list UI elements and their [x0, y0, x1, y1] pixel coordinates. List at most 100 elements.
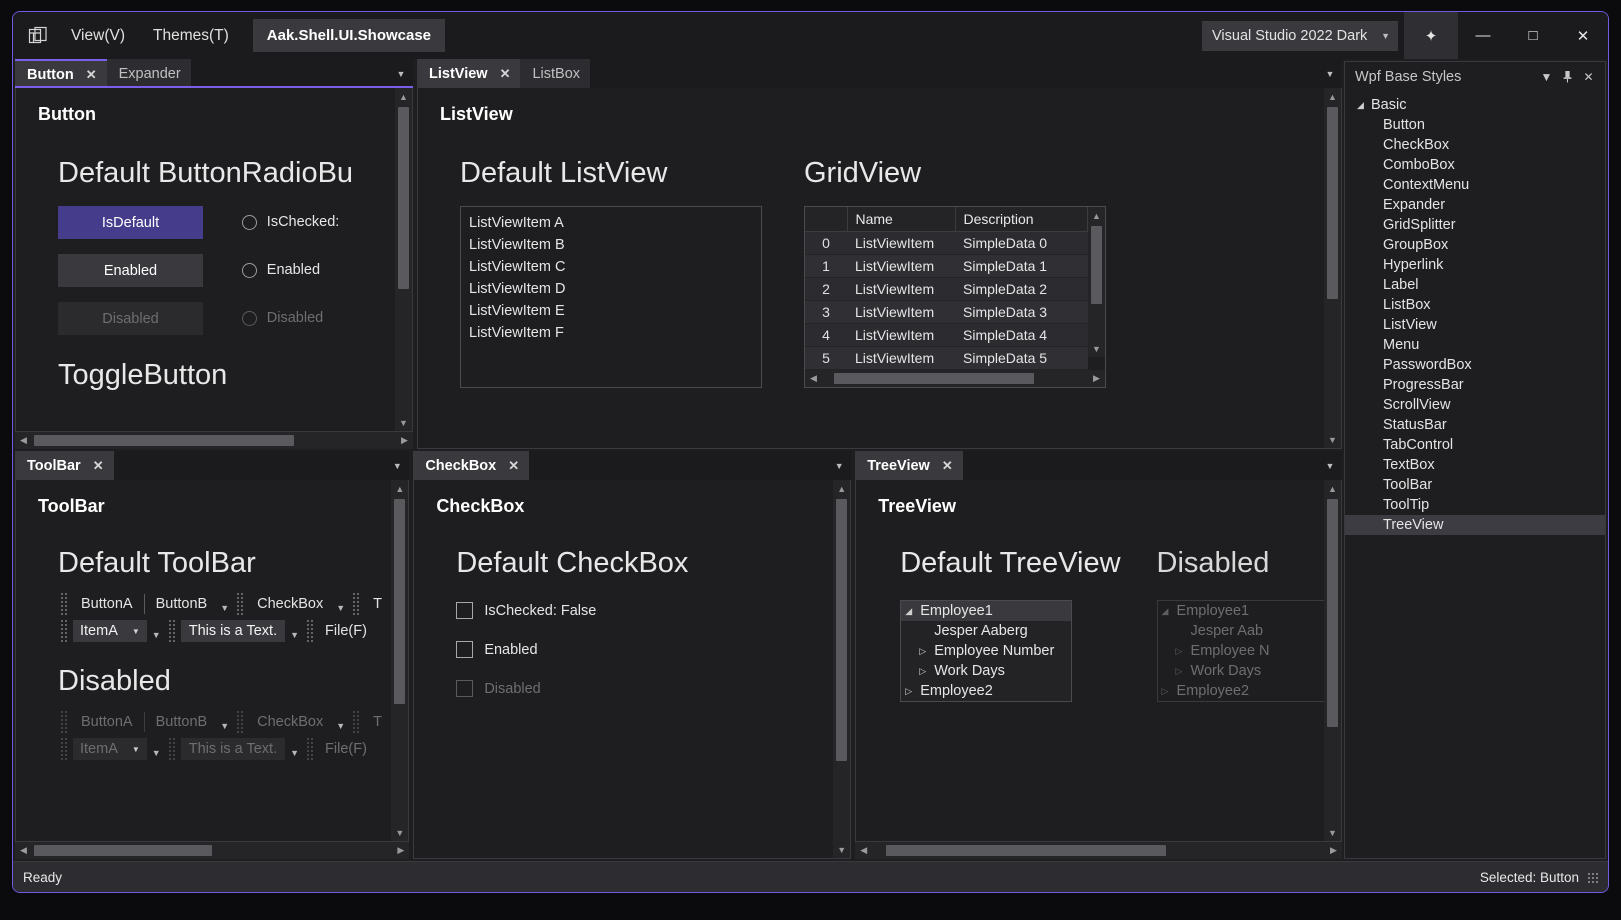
vscroll-thumb[interactable]: [836, 499, 847, 761]
column-header-index[interactable]: [805, 207, 847, 232]
tab-button[interactable]: Button ✕: [15, 59, 107, 88]
tab-overflow-chevron-down-icon[interactable]: ▼: [385, 451, 409, 480]
resize-grip-icon[interactable]: [1587, 872, 1598, 883]
close-icon[interactable]: ✕: [93, 458, 104, 474]
tree-item-expander[interactable]: Expander: [1345, 195, 1605, 215]
tab-overflow-chevron-down-icon[interactable]: ▼: [827, 451, 851, 480]
list-item[interactable]: ListViewItem A: [461, 212, 761, 234]
close-button[interactable]: ✕: [1558, 12, 1608, 59]
toolbar-button-b[interactable]: ButtonB: [148, 593, 216, 615]
scroll-left-icon[interactable]: ◀: [15, 842, 32, 859]
table-row[interactable]: 0 ListViewItem SimpleData 0: [805, 232, 1088, 255]
column-header-name[interactable]: Name: [847, 207, 955, 232]
toolbar-grip-icon[interactable]: [168, 619, 175, 643]
table-row[interactable]: 1 ListViewItem SimpleData 1: [805, 255, 1088, 278]
hscroll-track[interactable]: [822, 370, 1088, 387]
toolbar-overflow-chevron-down-icon[interactable]: ▼: [331, 603, 350, 613]
tree-item-tabcontrol[interactable]: TabControl: [1345, 435, 1605, 455]
vscroll-thumb[interactable]: [394, 499, 405, 704]
tab-toolbar[interactable]: ToolBar ✕: [15, 451, 114, 480]
radio-enabled[interactable]: Enabled: [242, 262, 395, 278]
tree-item-contextmenu[interactable]: ContextMenu: [1345, 175, 1605, 195]
tree-item-listview[interactable]: ListView: [1345, 315, 1605, 335]
list-item[interactable]: ListViewItem D: [461, 278, 761, 300]
vscroll-thumb[interactable]: [1327, 499, 1338, 727]
table-row[interactable]: 2 ListViewItem SimpleData 2: [805, 278, 1088, 301]
table-row[interactable]: 5 ListViewItem SimpleData 5: [805, 347, 1088, 370]
checkbox-enabled[interactable]: Enabled: [456, 641, 833, 658]
tree-item-passwordbox[interactable]: PasswordBox: [1345, 355, 1605, 375]
list-item[interactable]: ListViewItem B: [461, 234, 761, 256]
scroll-down-icon[interactable]: ▼: [395, 414, 412, 431]
treeview-pane-horizontal-scrollbar[interactable]: ◀ ▶: [855, 842, 1342, 859]
tree-node-jesper-aaberg[interactable]: Jesper Aaberg: [901, 621, 1071, 641]
menu-themes[interactable]: Themes(T): [141, 22, 241, 50]
table-row[interactable]: 4 ListViewItem SimpleData 4: [805, 324, 1088, 347]
vscroll-thumb[interactable]: [398, 107, 409, 289]
hscroll-thumb[interactable]: [886, 845, 1166, 856]
toolbar-overflow-chevron-down-icon[interactable]: ▼: [147, 630, 166, 640]
scroll-right-icon[interactable]: ▶: [1325, 842, 1342, 859]
scroll-down-icon[interactable]: ▼: [833, 841, 850, 858]
scroll-down-icon[interactable]: ▼: [1324, 824, 1341, 841]
toolwindow-tree[interactable]: ◢ Basic Button CheckBox ComboBox Context…: [1345, 91, 1605, 858]
toolbar-grip-icon[interactable]: [60, 619, 67, 643]
hscroll-track[interactable]: [872, 842, 1325, 859]
toolbar-grip-icon[interactable]: [306, 619, 313, 643]
vscroll-track[interactable]: [395, 105, 412, 414]
toolbar-combobox[interactable]: ItemA ▼: [73, 620, 147, 642]
tree-node-employee1[interactable]: ◢ Employee1: [901, 601, 1071, 621]
tab-listbox[interactable]: ListBox: [520, 59, 590, 88]
scroll-up-icon[interactable]: ▲: [395, 88, 412, 105]
scroll-down-icon[interactable]: ▼: [1324, 431, 1341, 448]
theme-selector[interactable]: Visual Studio 2022 Dark ▼: [1202, 21, 1398, 51]
toolbar-overflow-chevron-down-icon[interactable]: ▼: [285, 630, 304, 640]
column-header-description[interactable]: Description: [955, 207, 1088, 232]
close-icon[interactable]: ✕: [86, 67, 97, 83]
list-item[interactable]: ListViewItem E: [461, 300, 761, 322]
expander-expand-icon[interactable]: ▷: [919, 666, 934, 677]
tree-item-statusbar[interactable]: StatusBar: [1345, 415, 1605, 435]
chevron-down-icon[interactable]: ▼: [1536, 66, 1557, 87]
maximize-button[interactable]: □: [1508, 12, 1558, 59]
vscroll-thumb[interactable]: [1327, 107, 1338, 299]
scroll-left-icon[interactable]: ◀: [855, 842, 872, 859]
scroll-up-icon[interactable]: ▲: [391, 480, 408, 497]
tree-item-checkbox[interactable]: CheckBox: [1345, 135, 1605, 155]
tree-item-listbox[interactable]: ListBox: [1345, 295, 1605, 315]
list-item[interactable]: ListViewItem F: [461, 322, 761, 344]
close-icon[interactable]: ✕: [508, 458, 519, 474]
toolbar-overflow-chevron-down-icon[interactable]: ▼: [215, 603, 234, 613]
vscroll-track[interactable]: [1088, 224, 1105, 340]
hscroll-thumb[interactable]: [34, 845, 212, 856]
button-pane-vertical-scrollbar[interactable]: ▲ ▼: [395, 88, 412, 431]
close-icon[interactable]: ✕: [1578, 66, 1599, 87]
scroll-up-icon[interactable]: ▲: [1324, 88, 1341, 105]
tab-treeview[interactable]: TreeView ✕: [855, 451, 963, 480]
tree-item-hyperlink[interactable]: Hyperlink: [1345, 255, 1605, 275]
hscroll-thumb[interactable]: [34, 435, 294, 446]
hscroll-track[interactable]: [32, 842, 392, 859]
minimize-button[interactable]: —: [1458, 12, 1508, 59]
scroll-left-icon[interactable]: ◀: [805, 370, 822, 387]
gridview-vertical-scrollbar[interactable]: ▲ ▼: [1088, 207, 1105, 357]
default-treeview[interactable]: ◢ Employee1 Jesper Aaberg ▷: [900, 600, 1072, 702]
toolbar-grip-icon[interactable]: [236, 592, 243, 616]
toolbar-button-a[interactable]: ButtonA: [73, 593, 141, 615]
tree-item-groupbox[interactable]: GroupBox: [1345, 235, 1605, 255]
table-row[interactable]: 3 ListViewItem SimpleData 3: [805, 301, 1088, 324]
tree-item-button[interactable]: Button: [1345, 115, 1605, 135]
expander-expand-icon[interactable]: ▷: [905, 686, 920, 697]
menu-view[interactable]: View(V): [59, 22, 137, 50]
default-listview[interactable]: ListViewItem A ListViewItem B ListViewIt…: [460, 206, 762, 388]
tree-node-employee-number[interactable]: ▷ Employee Number: [901, 641, 1071, 661]
vscroll-thumb[interactable]: [1091, 226, 1102, 304]
checkbox-pane-vertical-scrollbar[interactable]: ▲ ▼: [833, 480, 850, 858]
tree-item-gridsplitter[interactable]: GridSplitter: [1345, 215, 1605, 235]
tree-item-textbox[interactable]: TextBox: [1345, 455, 1605, 475]
tree-item-label[interactable]: Label: [1345, 275, 1605, 295]
enabled-button[interactable]: Enabled: [58, 254, 203, 287]
is-default-button[interactable]: IsDefault: [58, 206, 203, 239]
toolbar-menu-file[interactable]: File(F): [319, 620, 373, 642]
gridview-horizontal-scrollbar[interactable]: ◀ ▶: [805, 370, 1105, 387]
